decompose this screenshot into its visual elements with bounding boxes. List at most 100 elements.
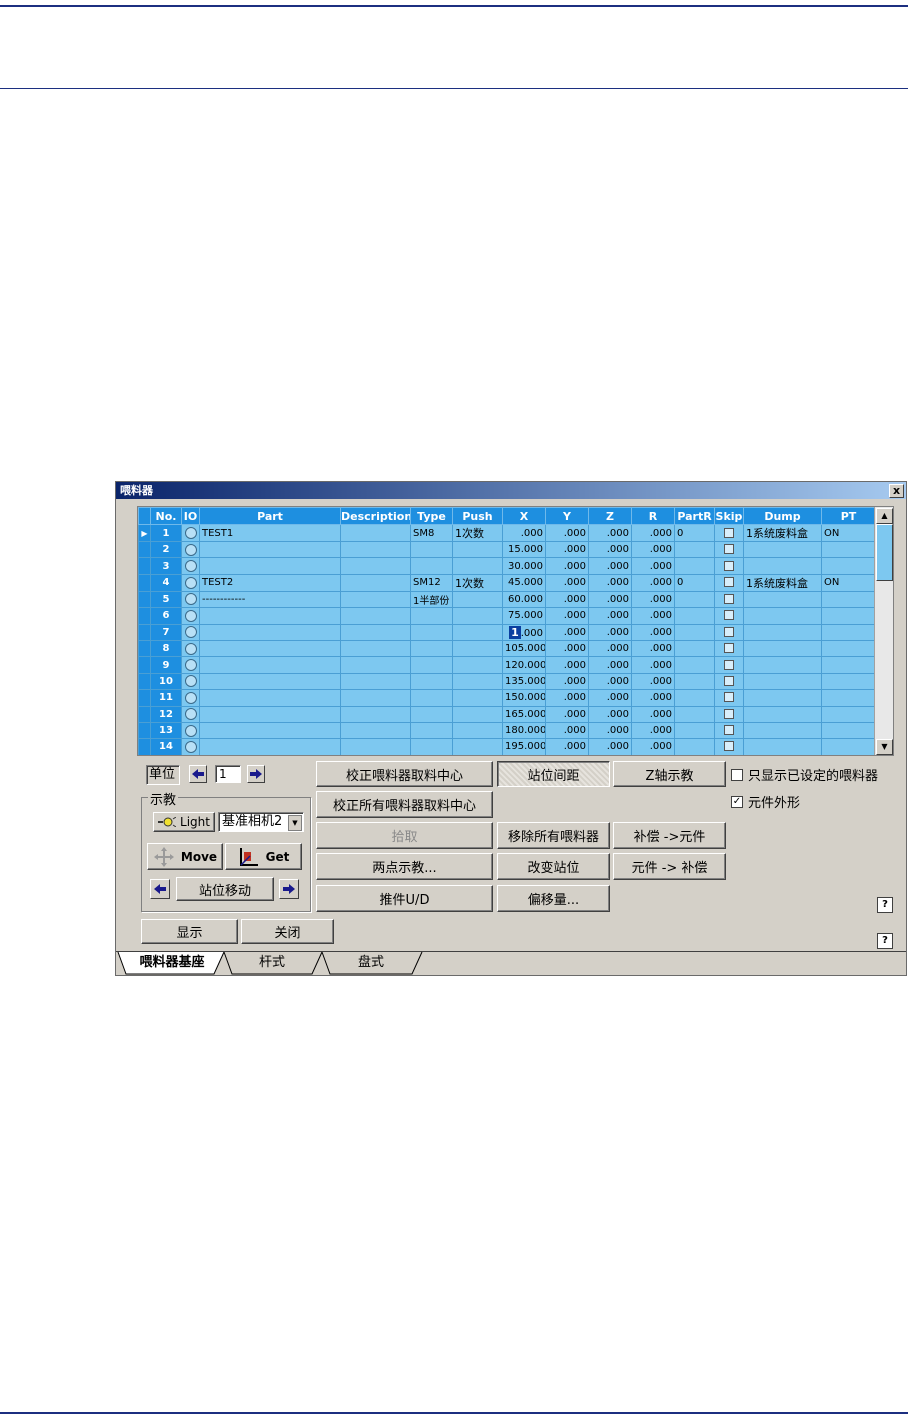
skip-checkbox[interactable] [724, 560, 734, 571]
cell-y[interactable]: .000 [545, 590, 589, 609]
cell-desc[interactable] [340, 689, 411, 707]
cell-push[interactable] [452, 557, 503, 575]
cell-type[interactable] [410, 705, 453, 723]
cell-y[interactable]: .000 [545, 573, 589, 592]
col-header[interactable]: Dump [743, 507, 822, 525]
get-button[interactable]: Get [225, 843, 302, 870]
table-row[interactable]: 9 120.000.000.000.000 [138, 656, 876, 674]
cell-partr[interactable] [674, 738, 715, 755]
cell-y[interactable]: .000 [545, 639, 589, 658]
cell-z[interactable]: .000 [588, 656, 632, 674]
cell-skip[interactable] [714, 672, 744, 691]
station-pitch-button[interactable]: 站位间距 [497, 761, 610, 787]
cell-push[interactable] [452, 738, 503, 755]
cell-part[interactable] [199, 672, 341, 691]
cell-type[interactable]: SM8 [410, 524, 453, 542]
col-header[interactable]: Push [452, 507, 503, 525]
cell-r[interactable]: .000 [631, 573, 675, 592]
close-button[interactable]: 关闭 [241, 919, 334, 944]
cell-pt[interactable] [821, 689, 876, 707]
table-row[interactable]: 5 ------------ 1半部份 60.000.000.000.000 [138, 590, 876, 609]
skip-checkbox[interactable] [724, 708, 734, 719]
cell-partr[interactable] [674, 590, 715, 609]
cell-z[interactable]: .000 [588, 738, 632, 755]
cell-part[interactable]: TEST1 [199, 524, 341, 542]
cell-desc[interactable] [340, 557, 411, 575]
chevron-down-icon[interactable]: ▼ [288, 815, 302, 831]
cell-part[interactable]: ------------ [199, 590, 341, 609]
camera-select[interactable]: 基准相机2 ▼ [218, 812, 304, 832]
tab-feeder-base[interactable]: 喂料器基座 [128, 952, 216, 974]
cell-type[interactable]: 1半部份 [410, 590, 453, 609]
cell-partr[interactable] [674, 705, 715, 723]
skip-checkbox[interactable] [724, 610, 734, 621]
cell-y[interactable]: .000 [545, 540, 589, 559]
cell-type[interactable] [410, 540, 453, 559]
cell-dump[interactable] [743, 557, 822, 575]
table-row[interactable]: 3 30.000.000.000.000 [138, 557, 876, 575]
station-next-button[interactable] [279, 879, 299, 899]
col-header[interactable]: Y [545, 507, 589, 525]
table-row[interactable]: 7 1.000.000.000.000 [138, 623, 876, 641]
cell-push[interactable]: 1次数 [452, 573, 503, 592]
cell-push[interactable] [452, 689, 503, 707]
cell-dump[interactable] [743, 590, 822, 609]
cell-dump[interactable] [743, 738, 822, 755]
station-prev-button[interactable] [150, 879, 170, 899]
cell-dump[interactable] [743, 623, 822, 641]
cell-part[interactable] [199, 721, 341, 740]
cell-z[interactable]: .000 [588, 721, 632, 740]
col-header[interactable]: Type [410, 507, 453, 525]
cell-dump[interactable] [743, 689, 822, 707]
cell-z[interactable]: .000 [588, 607, 632, 625]
cell-partr[interactable] [674, 656, 715, 674]
cell-part[interactable] [199, 656, 341, 674]
table-row[interactable]: ▶ 1 TEST1 SM8 1次数 .000.000.000.000 0 1系统废料盒 ON [138, 524, 876, 542]
cell-type[interactable] [410, 738, 453, 755]
cell-skip[interactable] [714, 721, 744, 740]
cell-x[interactable]: 75.000 [502, 607, 546, 625]
cell-r[interactable]: .000 [631, 557, 675, 575]
cell-dump[interactable] [743, 656, 822, 674]
cell-x[interactable]: 135.000 [502, 672, 546, 691]
cell-partr[interactable] [674, 623, 715, 641]
cell-dump[interactable]: 1系统废料盒 [743, 573, 822, 592]
skip-checkbox[interactable] [724, 626, 734, 637]
cell-y[interactable]: .000 [545, 689, 589, 707]
cell-y[interactable]: .000 [545, 656, 589, 674]
cell-z[interactable]: .000 [588, 540, 632, 559]
cell-dump[interactable]: 1系统废料盒 [743, 524, 822, 542]
cell-partr[interactable] [674, 557, 715, 575]
cell-push[interactable] [452, 721, 503, 740]
cell-x[interactable]: 120.000 [502, 656, 546, 674]
col-header[interactable]: PT [821, 507, 876, 525]
tab-stick[interactable]: 杆式 [232, 952, 312, 974]
cell-type[interactable] [410, 689, 453, 707]
cell-desc[interactable] [340, 573, 411, 592]
cell-desc[interactable] [340, 639, 411, 658]
cell-part[interactable] [199, 639, 341, 658]
cell-pt[interactable] [821, 639, 876, 658]
grid-scrollbar[interactable]: ▲ ▼ [874, 507, 893, 755]
cell-x[interactable]: 15.000 [502, 540, 546, 559]
part-to-comp-button[interactable]: 元件 -> 补偿 [613, 853, 726, 880]
pusher-ud-button[interactable]: 推件U/D [316, 885, 493, 912]
skip-checkbox[interactable] [724, 659, 734, 670]
cell-pt[interactable] [821, 656, 876, 674]
cell-z[interactable]: .000 [588, 524, 632, 542]
cell-pt[interactable] [821, 607, 876, 625]
cell-skip[interactable] [714, 573, 744, 592]
cell-type[interactable] [410, 639, 453, 658]
col-header[interactable]: R [631, 507, 675, 525]
calibrate-center-button[interactable]: 校正喂料器取料中心 [316, 761, 493, 787]
cell-pt[interactable] [821, 721, 876, 740]
col-header[interactable]: Skip [714, 507, 744, 525]
col-header[interactable]: Description [340, 507, 411, 525]
table-row[interactable]: 2 15.000.000.000.000 [138, 540, 876, 559]
cell-push[interactable]: 1次数 [452, 524, 503, 542]
help-icon[interactable]: ? [877, 933, 893, 949]
cell-push[interactable] [452, 607, 503, 625]
part-shape-checkbox[interactable]: ✓ [731, 796, 743, 808]
cell-skip[interactable] [714, 705, 744, 723]
cell-x[interactable]: 180.000 [502, 721, 546, 740]
